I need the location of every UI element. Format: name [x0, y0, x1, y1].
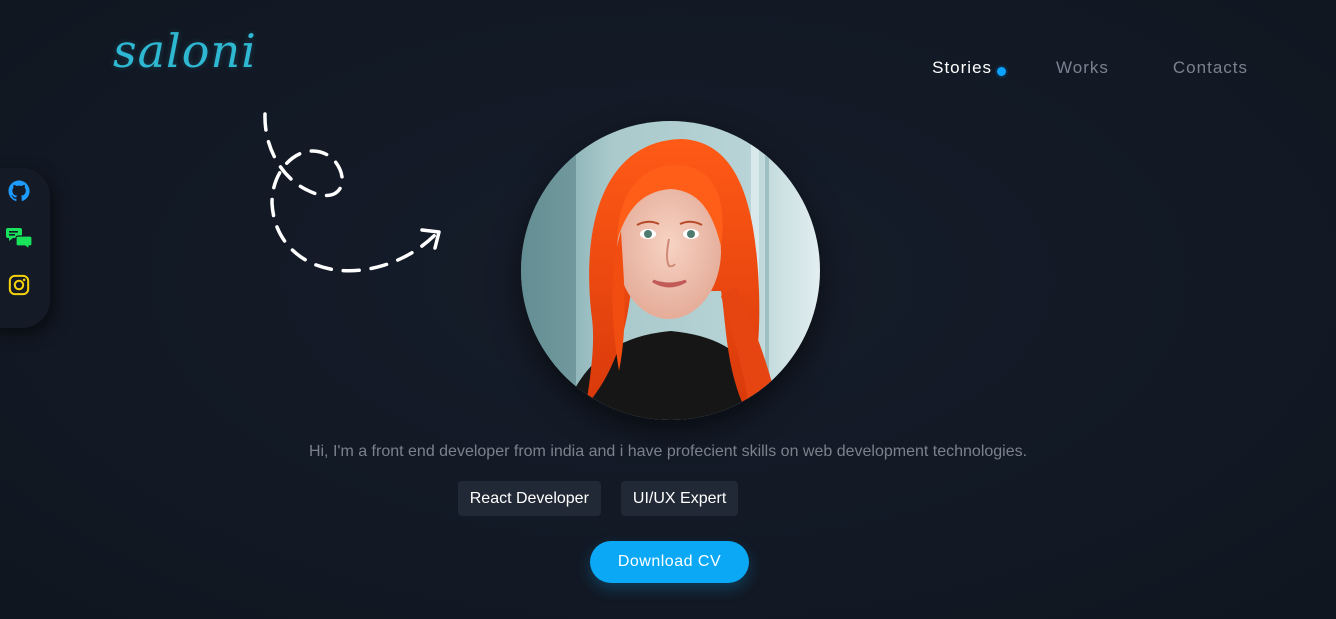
profile-photo: [521, 121, 820, 420]
tag-react-developer: React Developer: [457, 481, 601, 516]
skill-tags: React Developer UI/UX Expert: [0, 481, 1336, 516]
messages-link[interactable]: [6, 225, 32, 251]
social-sidebar: [0, 168, 50, 328]
github-link[interactable]: [6, 178, 32, 204]
active-indicator-dot: [997, 67, 1007, 76]
github-icon: [8, 180, 30, 202]
nav-label-contacts: Contacts: [1172, 58, 1248, 77]
nav-link-contacts[interactable]: Contacts: [1173, 58, 1248, 78]
nav-label-works: Works: [1056, 58, 1109, 77]
site-logo[interactable]: saloni: [113, 24, 257, 78]
tag-ui-ux-expert: UI/UX Expert: [620, 481, 739, 516]
nav-label-stories: Stories: [932, 58, 993, 77]
portfolio-page: saloni Stories Works Contacts Hi, I'm a …: [0, 0, 1336, 619]
instagram-link[interactable]: [6, 272, 32, 298]
instagram-icon: [8, 274, 30, 296]
download-cv-button[interactable]: Download CV: [590, 541, 749, 583]
nav-link-works[interactable]: Works: [1056, 58, 1109, 78]
intro-text: Hi, I'm a front end developer from india…: [308, 443, 1028, 460]
nav-link-stories[interactable]: Stories: [932, 58, 1007, 78]
messages-icon: [6, 228, 32, 250]
dashed-arrow-icon: [263, 112, 441, 273]
main-nav: Stories Works Contacts: [932, 58, 1248, 78]
